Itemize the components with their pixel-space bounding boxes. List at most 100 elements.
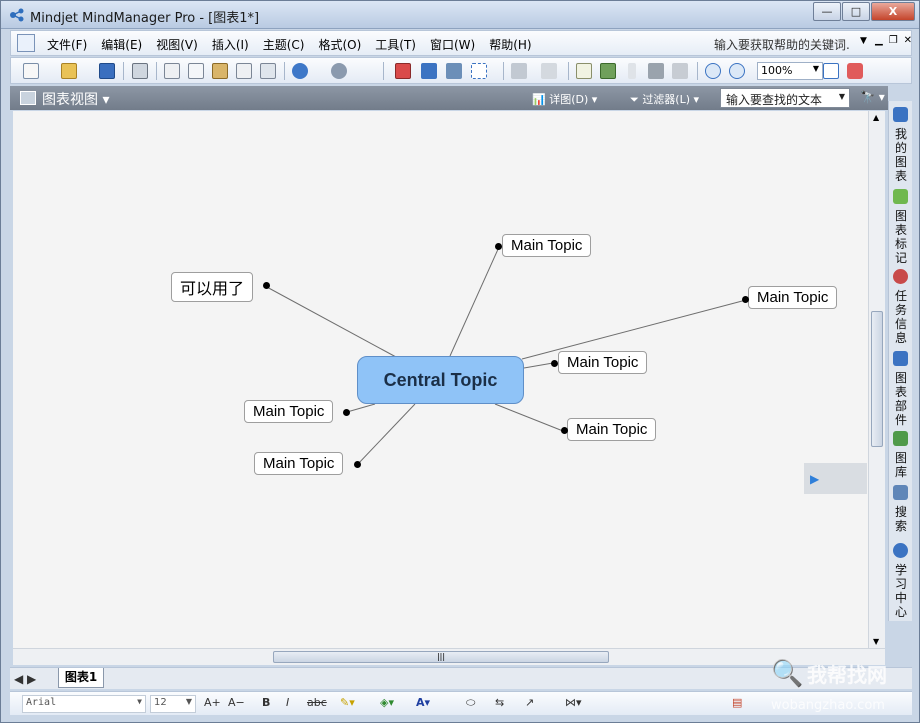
font-family-select[interactable]: Arial ▼ [22, 695, 146, 713]
task-info-icon [893, 269, 908, 284]
vertical-scrollbar[interactable]: ▲ ▼ [868, 111, 885, 648]
tab-task-info[interactable]: 任务信息 [891, 289, 911, 345]
main-topic-right[interactable]: Main Topic [558, 351, 648, 374]
copy-icon[interactable] [188, 63, 204, 79]
tab-map-parts[interactable]: 图表部件 [891, 371, 911, 427]
view-title[interactable]: 图表视图 ▾ [42, 89, 109, 109]
mdi-minimize-icon[interactable]: ▁ [875, 35, 883, 46]
clip-icon[interactable] [628, 63, 636, 79]
flyout-panel[interactable]: ▶ [804, 463, 867, 494]
chevron-down-icon[interactable]: ▼ [860, 36, 867, 46]
fit-map-icon[interactable] [823, 63, 839, 79]
map-parts-icon[interactable] [672, 63, 688, 79]
highlight-icon[interactable]: ✎▾ [340, 696, 355, 709]
tab-my-maps[interactable]: 我的图表 [891, 127, 911, 183]
save-icon[interactable] [99, 63, 115, 79]
document-icon[interactable] [17, 34, 35, 52]
italic-button[interactable]: I [286, 696, 289, 709]
topic-collapse-handle[interactable] [495, 243, 502, 250]
tab-library[interactable]: 图库 [891, 451, 911, 479]
bold-button[interactable]: B [262, 696, 270, 709]
maximize-button[interactable]: □ [842, 2, 870, 21]
attach-icon[interactable] [511, 63, 527, 79]
main-topic-top[interactable]: Main Topic [502, 234, 592, 257]
menu-file[interactable]: 文件(F) [47, 36, 87, 53]
topic-collapse-handle[interactable] [561, 427, 568, 434]
format-painter-icon[interactable] [236, 63, 252, 79]
spell-icon[interactable] [260, 63, 276, 79]
topic-collapse-handle[interactable] [354, 461, 361, 468]
relationship-icon[interactable] [421, 63, 437, 79]
main-topic-chinese[interactable]: 可以用了 [171, 272, 254, 302]
topic-collapse-handle[interactable] [263, 282, 270, 289]
map-canvas[interactable]: Central Topic Main Topic Main Topic Main… [13, 111, 868, 648]
filter-dropdown[interactable]: ⏷ 过滤器(L) ▾ [630, 91, 699, 107]
watermark-url: wobangzhao.com [771, 698, 885, 713]
central-topic[interactable]: Central Topic [357, 356, 524, 404]
menu-help[interactable]: 帮助(H) [489, 36, 531, 53]
tab-learning-center[interactable]: 学习中心 [891, 563, 911, 619]
close-button[interactable]: X [871, 2, 915, 21]
pdf-export-icon[interactable]: ▤ [732, 696, 742, 709]
paste-icon[interactable] [212, 63, 228, 79]
help-search-input[interactable]: 输入要获取帮助的关键词. [714, 36, 850, 53]
zoom-in-icon[interactable] [705, 63, 721, 79]
strikethrough-button[interactable]: abc [307, 696, 327, 709]
tab-map1[interactable]: 图表1 [58, 668, 104, 688]
menu-edit[interactable]: 编辑(E) [101, 36, 142, 53]
mdi-restore-icon[interactable]: ❐ [889, 35, 898, 46]
horizontal-scroll-thumb[interactable]: ||| [273, 651, 609, 663]
topic-icon[interactable] [395, 63, 411, 79]
my-maps-icon [893, 107, 908, 122]
line-style-icon[interactable]: ⋈▾ [565, 696, 582, 709]
sheet-nav-arrows[interactable]: ◀ ▶ [14, 672, 36, 686]
menu-insert[interactable]: 插入(I) [212, 36, 249, 53]
fill-color-icon[interactable]: ◈▾ [380, 696, 394, 709]
open-icon[interactable] [61, 63, 77, 79]
notes-icon[interactable] [576, 63, 592, 79]
main-topic-lower-right[interactable]: Main Topic [567, 418, 657, 441]
hyperlink-icon[interactable] [541, 63, 557, 79]
redo-icon[interactable] [331, 63, 347, 79]
boundary-icon[interactable] [471, 63, 487, 79]
connector-style-icon[interactable]: ↗ [525, 696, 534, 709]
cut-icon[interactable] [164, 63, 180, 79]
layout-spacing-icon[interactable]: ⇆ [495, 696, 504, 709]
tab-map-markers[interactable]: 图表标记 [891, 209, 911, 265]
map-markers-icon [893, 189, 908, 204]
topic-collapse-handle[interactable] [343, 409, 350, 416]
font-size-select[interactable]: 12 ▼ [150, 695, 196, 713]
menu-topic[interactable]: 主题(C) [263, 36, 305, 53]
main-topic-left[interactable]: Main Topic [244, 400, 334, 423]
callout-icon[interactable] [446, 63, 462, 79]
print-icon[interactable] [132, 63, 148, 79]
new-icon[interactable] [23, 63, 39, 79]
detail-dropdown[interactable]: 📊 详图(D) ▾ [532, 91, 597, 107]
zoom-select[interactable]: 100% ▼ [757, 62, 823, 80]
layout-icon[interactable] [847, 63, 863, 79]
help-icon [893, 543, 908, 558]
image-icon[interactable] [600, 63, 616, 79]
mdi-close-icon[interactable]: ✕ [904, 35, 912, 46]
shrink-font-icon[interactable]: A− [228, 696, 245, 709]
grow-font-icon[interactable]: A+ [204, 696, 221, 709]
tab-search[interactable]: 搜索 [891, 505, 911, 533]
minimize-button[interactable]: — [813, 2, 841, 21]
menu-view[interactable]: 视图(V) [156, 36, 198, 53]
topic-collapse-handle[interactable] [742, 296, 749, 303]
zoom-out-icon[interactable] [729, 63, 745, 79]
topic-shape-icon[interactable]: ⬭ [466, 696, 475, 710]
main-topic-lower-left[interactable]: Main Topic [254, 452, 344, 475]
main-topic-upper-right[interactable]: Main Topic [748, 286, 838, 309]
undo-icon[interactable] [292, 63, 308, 79]
toolbox-icon[interactable] [648, 63, 664, 79]
binoculars-icon[interactable]: 🔭 ▾ [860, 90, 885, 104]
vertical-scroll-thumb[interactable] [871, 311, 883, 447]
horizontal-scrollbar[interactable]: ||| [13, 648, 885, 665]
topic-collapse-handle[interactable] [551, 360, 558, 367]
menu-tools[interactable]: 工具(T) [375, 36, 416, 53]
menu-format[interactable]: 格式(O) [318, 36, 361, 53]
font-color-icon[interactable]: A▾ [416, 696, 430, 709]
menu-window[interactable]: 窗口(W) [430, 36, 475, 53]
find-text-input[interactable]: 输入要查找的文本 ▼ [720, 88, 850, 108]
